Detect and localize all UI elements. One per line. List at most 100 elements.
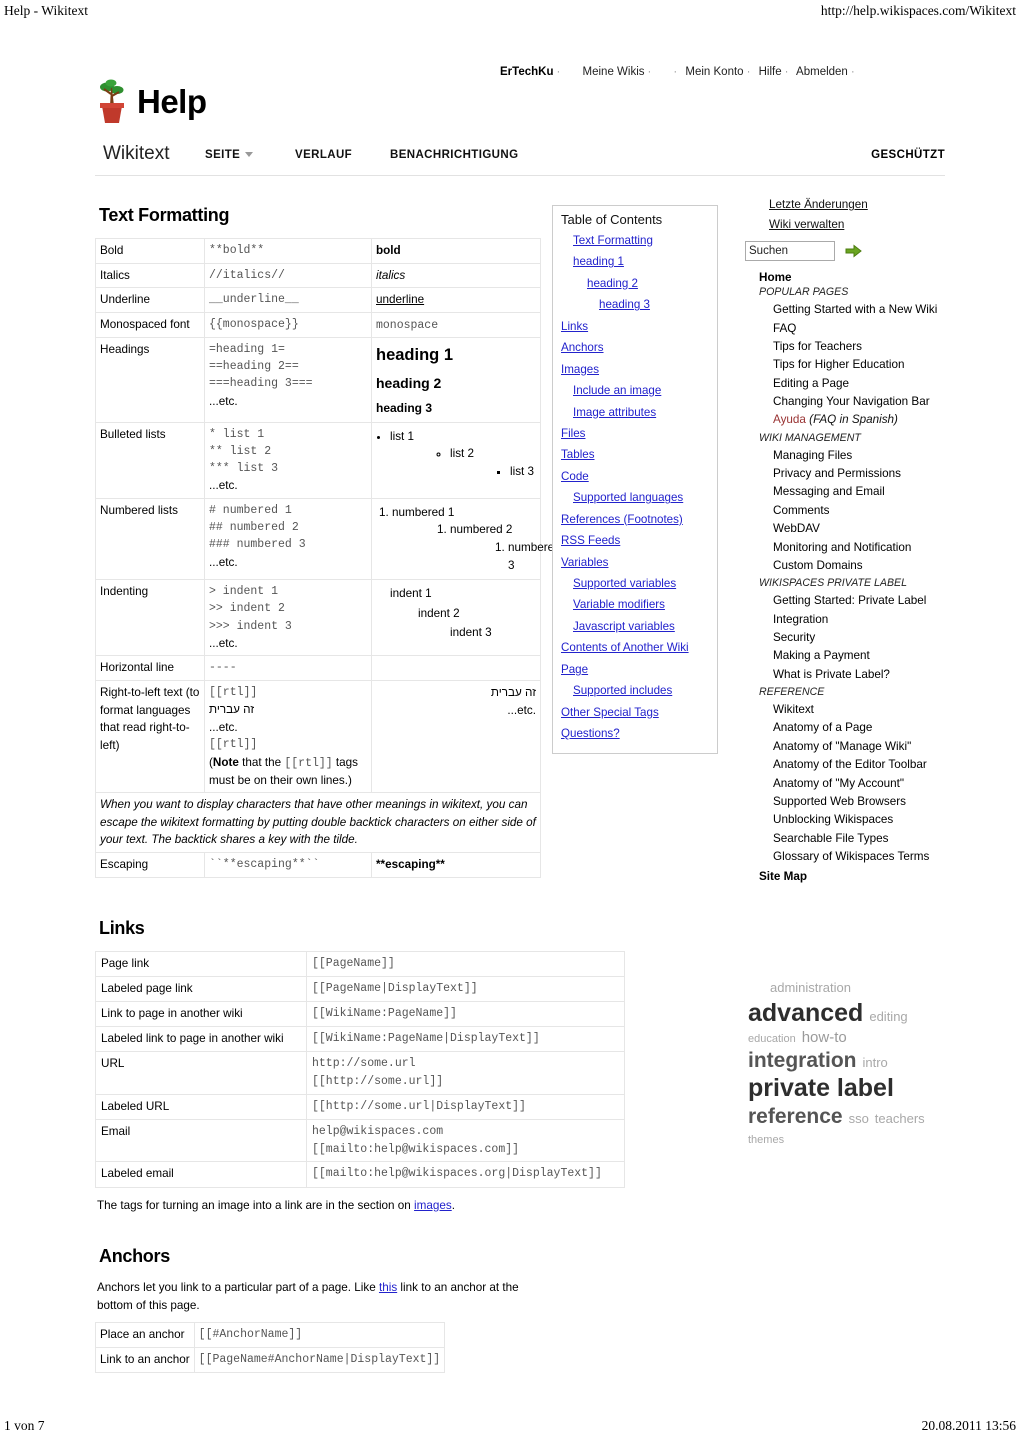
output-heading-2: heading 2 — [376, 374, 442, 391]
sidebar-nav-item-label: Glossary of Wikispaces Terms — [773, 849, 930, 863]
sidebar-nav-item[interactable]: Making a Payment — [773, 647, 1015, 665]
tag-cloud-item[interactable]: sso — [849, 1111, 869, 1126]
sidebar-nav-item[interactable]: WebDAV — [773, 520, 1015, 538]
menu-item-logout[interactable]: Abmelden — [796, 66, 848, 78]
sidebar-site-map-link[interactable]: Site Map — [759, 870, 1015, 883]
toc-item[interactable]: Contents of Another Wiki Page — [561, 637, 709, 680]
sidebar-nav-item[interactable]: Anatomy of a Page — [773, 719, 1015, 737]
toc-item[interactable]: Text Formatting — [573, 230, 709, 251]
tag-cloud-item[interactable]: private label — [748, 1074, 894, 1102]
sidebar-nav-item[interactable]: Unblocking Wikispaces — [773, 811, 1015, 829]
search-input[interactable] — [745, 241, 835, 262]
toc-item[interactable]: Supported languages — [573, 487, 709, 508]
sidebar-nav-item[interactable]: Searchable File Types — [773, 830, 1015, 848]
list-item: numbered 3 — [508, 539, 561, 574]
toc-item[interactable]: Code — [561, 466, 709, 487]
menu-item-help[interactable]: Hilfe — [759, 66, 782, 78]
tag-cloud-item[interactable]: administration — [770, 980, 851, 995]
sidebar-nav-item[interactable]: Glossary of Wikispaces Terms — [773, 848, 1015, 866]
tag-cloud-item[interactable]: themes — [748, 1134, 784, 1146]
tab-page-label: SEITE — [205, 149, 241, 161]
site-logo[interactable]: Help — [95, 76, 207, 126]
toc-item[interactable]: Supported includes — [573, 680, 709, 701]
source-line: =heading 1= — [209, 342, 285, 356]
toc-item[interactable]: Variable modifiers — [573, 594, 709, 615]
sidebar-nav-item[interactable]: Anatomy of the Editor Toolbar — [773, 756, 1015, 774]
toc-item[interactable]: Supported variables — [573, 573, 709, 594]
sidebar-nav-item-label: Anatomy of a Page — [773, 721, 873, 735]
tag-cloud-item[interactable]: how-to — [802, 1029, 847, 1046]
sidebar-nav-item-label: Messaging and Email — [773, 485, 885, 499]
sidebar-nav-item-suffix: (FAQ in Spanish) — [805, 413, 898, 427]
sidebar-nav-item[interactable]: Changing Your Navigation Bar — [773, 393, 1015, 411]
output-numbered-list: numbered 1 numbered 2 numbered 3 — [392, 504, 561, 574]
tag-cloud-item[interactable]: reference — [748, 1105, 843, 1128]
sidebar-link-manage-wiki[interactable]: Wiki verwalten — [769, 215, 1015, 235]
tab-history[interactable]: VERLAUF — [295, 149, 352, 161]
toc-item[interactable]: Javascript variables — [573, 616, 709, 637]
sidebar-nav-item[interactable]: Privacy and Permissions — [773, 465, 1015, 483]
separator-dot: · — [746, 66, 751, 78]
toc-item[interactable]: Links — [561, 316, 709, 337]
sidebar-nav-item[interactable]: Monitoring and Notification — [773, 539, 1015, 557]
toc-item[interactable]: Tables — [561, 444, 709, 465]
sidebar-nav-item[interactable]: Getting Started: Private Label — [773, 592, 1015, 610]
source-etc: ...etc. — [209, 479, 238, 493]
sidebar-nav-item[interactable]: What is Private Label? — [773, 666, 1015, 684]
page-navigation-bar: Wikitext SEITE VERLAUF BENACHRICHTIGUNG … — [95, 143, 945, 176]
chevron-down-icon[interactable] — [245, 152, 254, 158]
anchors-table: Place an anchor [[#AnchorName]] Link to … — [95, 1322, 446, 1374]
toc-item[interactable]: heading 2 — [587, 273, 709, 294]
toc-item[interactable]: Files — [561, 423, 709, 444]
toc-item[interactable]: RSS Feeds — [561, 530, 709, 551]
sidebar-nav-item[interactable]: Supported Web Browsers — [773, 793, 1015, 811]
section-heading-text-formatting: Text Formatting — [99, 205, 230, 225]
row-output: italics — [371, 262, 541, 289]
sidebar-nav-item[interactable]: Anatomy of "Manage Wiki" — [773, 738, 1015, 756]
tag-cloud-item[interactable]: intro — [863, 1055, 888, 1070]
sidebar-nav-item[interactable]: Managing Files — [773, 447, 1015, 465]
sidebar-nav-item[interactable]: Editing a Page — [773, 375, 1015, 393]
toc-item[interactable]: Anchors — [561, 337, 709, 358]
menu-item-my-wikis[interactable]: Meine Wikis — [583, 66, 645, 78]
sidebar-nav-item[interactable]: Ayuda (FAQ in Spanish) — [773, 411, 1015, 429]
sidebar-link-recent-changes[interactable]: Letzte Änderungen — [769, 195, 1015, 215]
sidebar-nav-item[interactable]: Messaging and Email — [773, 483, 1015, 501]
sidebar-home-link[interactable]: Home — [759, 271, 1015, 284]
source-line: ===heading 3=== — [209, 377, 313, 391]
sidebar-nav-item[interactable]: Tips for Higher Education — [773, 356, 1015, 374]
toc-item[interactable]: heading 3 — [599, 294, 709, 315]
current-username[interactable]: ErTechKu — [500, 66, 553, 78]
tab-notifications[interactable]: BENACHRICHTIGUNG — [390, 149, 518, 161]
toc-item[interactable]: Images — [561, 359, 709, 380]
tag-cloud-item[interactable]: education — [748, 1033, 796, 1045]
toc-item[interactable]: Other Special Tags — [561, 702, 709, 723]
tag-cloud-item[interactable]: advanced — [748, 999, 863, 1027]
sidebar-nav-item-label: Anatomy of "Manage Wiki" — [773, 739, 912, 753]
sidebar-nav-item[interactable]: Getting Started with a New Wiki — [773, 301, 1015, 319]
toc-item[interactable]: Image attributes — [573, 402, 709, 423]
link-images[interactable]: images — [414, 1199, 452, 1212]
tag-cloud-item[interactable]: teachers — [875, 1111, 925, 1126]
tab-page[interactable]: SEITE — [205, 149, 254, 161]
sidebar-nav-item[interactable]: Anatomy of "My Account" — [773, 775, 1015, 793]
tag-cloud-item[interactable]: editing — [869, 1009, 907, 1024]
toc-item[interactable]: Include an image — [573, 380, 709, 401]
green-arrow-go-icon[interactable] — [845, 244, 862, 258]
sidebar-nav-item[interactable]: Custom Domains — [773, 557, 1015, 575]
site-title: Help — [137, 82, 207, 120]
sidebar-nav-item[interactable]: Security — [773, 629, 1015, 647]
sidebar-nav-item[interactable]: FAQ — [773, 320, 1015, 338]
tag-cloud-item[interactable]: integration — [748, 1049, 857, 1072]
toc-item[interactable]: Variables — [561, 552, 709, 573]
toc-item[interactable]: References (Footnotes) — [561, 509, 709, 530]
toc-item[interactable]: Questions? — [561, 723, 709, 744]
sidebar-nav-item[interactable]: Integration — [773, 611, 1015, 629]
sidebar-nav-item[interactable]: Wikitext — [773, 701, 1015, 719]
toc-item[interactable]: heading 1 — [573, 251, 709, 272]
sidebar-nav-item[interactable]: Tips for Teachers — [773, 338, 1015, 356]
sidebar-nav-item[interactable]: Comments — [773, 502, 1015, 520]
print-header-url: http://help.wikispaces.com/Wikitext — [820, 3, 1016, 18]
menu-item-my-account[interactable]: Mein Konto — [685, 66, 743, 78]
link-this-anchor[interactable]: this — [379, 1281, 397, 1294]
